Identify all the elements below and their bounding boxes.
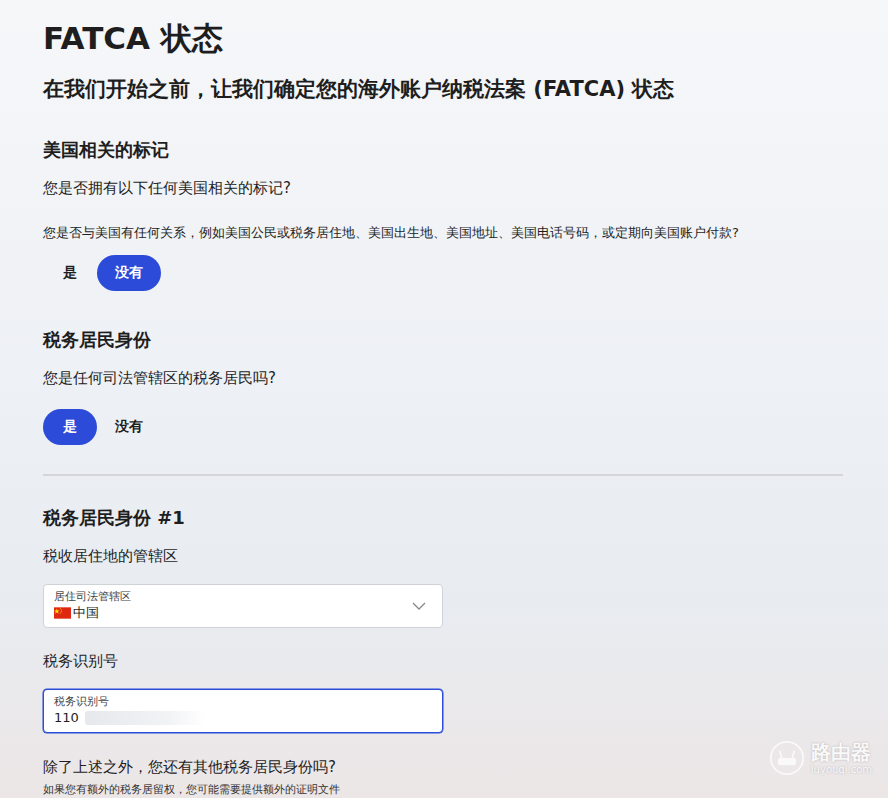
additional-question: 除了上述之外，您还有其他税务居民身份吗? xyxy=(43,756,843,778)
toggle-option[interactable]: 没有 xyxy=(97,255,161,291)
toggle-option[interactable]: 没有 xyxy=(97,409,161,445)
tin-input[interactable]: 税务识别号110 xyxy=(43,689,443,733)
question-section: 美国相关的标记您是否拥有以下任何美国相关的标记? 您是否与美国有任何关系，例如美国… xyxy=(43,137,843,291)
watermark-url: luyouqi.com xyxy=(811,764,872,776)
jurisdiction-value: 中国 xyxy=(54,604,131,622)
residency-section: 税务居民身份 #1税收居住地的管辖区居住司法管辖区 中国税务识别号税务识别号11… xyxy=(43,505,843,798)
toggle-option[interactable]: 是 xyxy=(43,255,97,291)
section-detail: 您是否与美国有任何关系，例如美国公民或税务居住地、美国出生地、美国地址、美国电话… xyxy=(43,223,843,243)
divider xyxy=(43,474,843,476)
china-flag-icon xyxy=(54,607,71,619)
additional-note: 如果您有额外的税务居留权，您可能需要提供额外的证明文件 xyxy=(43,782,843,798)
section-question: 您是否拥有以下任何美国相关的标记? xyxy=(43,177,843,199)
chevron-down-icon xyxy=(412,602,426,610)
tin-field-label: 税务识别号 xyxy=(54,695,205,709)
router-icon xyxy=(769,740,805,776)
tin-value: 110 xyxy=(54,709,205,727)
watermark: 路由器luyouqi.com xyxy=(769,740,872,776)
fatca-page: FATCA 状态在我们开始之前，让我们确定您的海外账户纳税法案 (FATCA) … xyxy=(0,0,888,798)
jurisdiction-select[interactable]: 居住司法管辖区 中国 xyxy=(43,584,443,628)
yes-no-toggle: 是没有 xyxy=(43,255,843,291)
jurisdiction-label: 税收居住地的管辖区 xyxy=(43,545,843,567)
jurisdiction-field-label: 居住司法管辖区 xyxy=(54,590,131,604)
section-heading: 税务居民身份 xyxy=(43,327,843,353)
blurred-digits xyxy=(85,711,205,725)
yes-no-toggle: 是没有 xyxy=(43,409,843,445)
section-heading: 美国相关的标记 xyxy=(43,137,843,163)
toggle-option[interactable]: 是 xyxy=(43,409,97,445)
watermark-text: 路由器 xyxy=(811,740,872,764)
residency-heading: 税务居民身份 #1 xyxy=(43,505,843,531)
page-title: FATCA 状态 xyxy=(43,16,843,60)
question-section: 税务居民身份您是任何司法管辖区的税务居民吗? 是没有 xyxy=(43,327,843,445)
tin-label: 税务识别号 xyxy=(43,650,843,672)
page-subtitle: 在我们开始之前，让我们确定您的海外账户纳税法案 (FATCA) 状态 xyxy=(43,72,843,106)
section-question: 您是任何司法管辖区的税务居民吗? xyxy=(43,367,843,389)
